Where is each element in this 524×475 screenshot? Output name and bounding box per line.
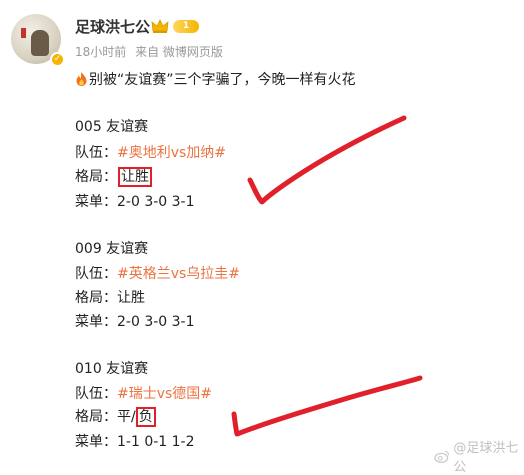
weibo-logo-icon bbox=[434, 450, 450, 463]
match-1-menu-label: 菜单： bbox=[75, 194, 117, 210]
match-1-pattern-row: 格局： 让胜 bbox=[75, 167, 152, 187]
match-2-menu-label: 菜单： bbox=[75, 314, 117, 330]
match-2-pattern-row: 格局：让胜 bbox=[75, 288, 145, 308]
match-3-pattern-highlight: 负 bbox=[135, 407, 156, 427]
verified-badge-icon: ✓ bbox=[50, 52, 65, 67]
match-1-pattern-highlight: 让胜 bbox=[118, 167, 152, 187]
post-source: 来自 微博网页版 bbox=[135, 45, 223, 59]
avatar-red-mark bbox=[21, 28, 26, 38]
match-1-header: 005 友谊赛 bbox=[75, 119, 149, 135]
match-3-topic-link[interactable]: #瑞士vs德国# bbox=[117, 386, 212, 402]
match-1-teams-row: 队伍：#奥地利vs加纳# bbox=[75, 143, 226, 163]
post-intro-text: 别被“友谊赛”三个字骗了，今晚一样有火花 bbox=[89, 72, 356, 88]
match-2-pattern: 让胜 bbox=[117, 290, 145, 306]
match-1-menu: 2-0 3-0 3-1 bbox=[117, 194, 195, 210]
match-3-teams-row: 队伍：#瑞士vs德国# bbox=[75, 384, 212, 404]
match-2-team-label: 队伍： bbox=[75, 266, 117, 282]
post-time[interactable]: 18小时前 bbox=[75, 45, 126, 59]
match-3-menu-row: 菜单：1-1 0-1 1-2 bbox=[75, 432, 195, 452]
match-1-pattern-label: 格局： bbox=[75, 169, 117, 185]
match-1-team-label: 队伍： bbox=[75, 145, 117, 161]
match-3-pattern-row: 格局：平/负 bbox=[75, 407, 156, 427]
avatar-figure bbox=[31, 30, 49, 56]
match-2-topic-link[interactable]: #英格兰vs乌拉圭# bbox=[117, 266, 240, 282]
author-name[interactable]: 足球洪七公 bbox=[75, 17, 150, 37]
match-3-menu-label: 菜单： bbox=[75, 434, 117, 450]
match-2-pattern-label: 格局： bbox=[75, 290, 117, 306]
author-badges: 1 bbox=[151, 18, 199, 34]
match-2-menu: 2-0 3-0 3-1 bbox=[117, 314, 195, 330]
checkmark-annotation-2 bbox=[231, 375, 423, 437]
watermark-text: @足球洪七公 bbox=[453, 441, 519, 475]
match-2-header: 009 友谊赛 bbox=[75, 241, 149, 257]
match-2-teams-row: 队伍：#英格兰vs乌拉圭# bbox=[75, 264, 240, 284]
match-3-menu: 1-1 0-1 1-2 bbox=[117, 434, 195, 450]
post-meta: 18小时前 来自 微博网页版 bbox=[75, 44, 228, 60]
post-intro: 别被“友谊赛”三个字骗了，今晚一样有火花 bbox=[75, 70, 356, 90]
match-3-pattern-label: 格局： bbox=[75, 409, 117, 425]
match-1-topic-link[interactable]: #奥地利vs加纳# bbox=[117, 145, 226, 161]
checkmark-annotation-1 bbox=[247, 115, 407, 205]
level-badge[interactable]: 1 bbox=[173, 19, 199, 33]
match-2-menu-row: 菜单：2-0 3-0 3-1 bbox=[75, 312, 195, 332]
match-3-pattern-a: 平/ bbox=[117, 409, 136, 425]
match-3-team-label: 队伍： bbox=[75, 386, 117, 402]
match-1-menu-row: 菜单：2-0 3-0 3-1 bbox=[75, 192, 195, 212]
match-3-header: 010 友谊赛 bbox=[75, 361, 149, 377]
fire-icon bbox=[76, 72, 87, 86]
crown-icon[interactable] bbox=[151, 18, 169, 34]
weibo-watermark: @足球洪七公 bbox=[434, 437, 524, 475]
